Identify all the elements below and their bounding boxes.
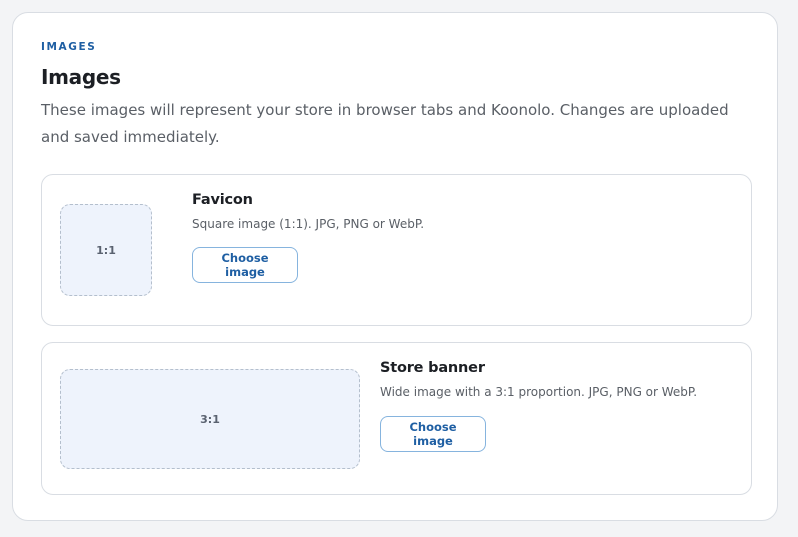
section-eyebrow: IMAGES	[41, 41, 97, 53]
banner-title: Store banner	[380, 360, 485, 376]
banner-ratio-label: 3:1	[200, 412, 220, 426]
banner-subtitle: Wide image with a 3:1 proportion. JPG, P…	[380, 385, 698, 399]
store-banner-upload-panel: 3:1 Store banner Wide image with a 3:1 p…	[41, 342, 752, 495]
favicon-ratio-label: 1:1	[96, 243, 116, 257]
section-description: These images will represent your store i…	[41, 101, 729, 146]
favicon-choose-image-button[interactable]: Choose image	[192, 247, 298, 283]
favicon-upload-panel: 1:1 Favicon Square image (1:1). JPG, PNG…	[41, 174, 752, 326]
favicon-title: Favicon	[192, 192, 253, 208]
banner-preview-placeholder: 3:1	[60, 369, 360, 469]
section-title: Images	[41, 65, 121, 89]
favicon-preview-placeholder: 1:1	[60, 204, 152, 296]
banner-choose-image-button[interactable]: Choose image	[380, 416, 486, 452]
images-settings-card: IMAGES Images These images will represen…	[12, 12, 778, 521]
favicon-subtitle: Square image (1:1). JPG, PNG or WebP.	[192, 217, 425, 231]
